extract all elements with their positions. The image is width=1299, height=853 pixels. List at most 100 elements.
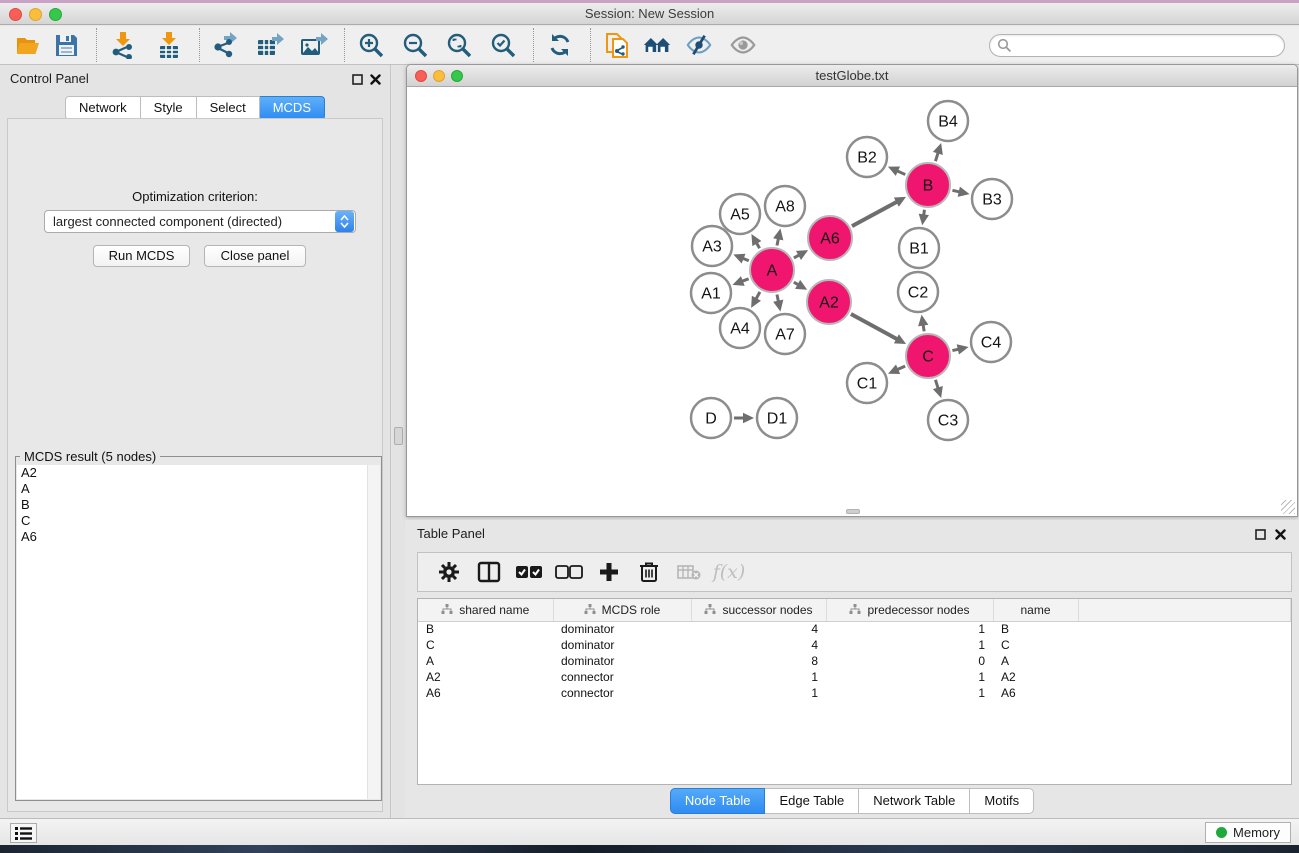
table-row[interactable]: A6connector11A6	[418, 685, 1291, 701]
criterion-dropdown[interactable]: largest connected component (directed)	[44, 210, 356, 233]
result-list-item[interactable]: A2	[17, 465, 380, 481]
graph-node-A3[interactable]: A3	[692, 226, 732, 266]
import-network-icon[interactable]	[109, 31, 137, 59]
zoom-fit-icon[interactable]	[445, 31, 473, 59]
graph-node-A2[interactable]: A2	[807, 280, 851, 324]
export-table-icon[interactable]	[256, 31, 284, 59]
delete-columns-icon[interactable]	[634, 559, 664, 585]
zoom-selected-icon[interactable]	[489, 31, 517, 59]
graph-node-B4[interactable]: B4	[928, 101, 968, 141]
graph-node-A[interactable]: A	[750, 248, 794, 292]
table-row[interactable]: Cdominator41C	[418, 637, 1291, 653]
graph-edge-A-A8[interactable]	[773, 229, 783, 246]
graph-edge-C-C1[interactable]	[888, 364, 905, 374]
graph-edge-A6-B[interactable]	[852, 197, 906, 226]
tab-network[interactable]: Network	[65, 96, 141, 120]
tab-edge-table[interactable]: Edge Table	[765, 788, 859, 814]
float-table-panel-icon[interactable]	[1253, 527, 1267, 541]
refresh-icon[interactable]	[546, 31, 574, 59]
panel-splitter[interactable]	[392, 65, 406, 818]
show-columns-icon[interactable]	[474, 559, 504, 585]
export-network-icon[interactable]	[212, 31, 240, 59]
settings-gear-icon[interactable]	[434, 559, 464, 585]
memory-button[interactable]: Memory	[1205, 822, 1291, 843]
graph-node-A1[interactable]: A1	[691, 273, 731, 313]
close-panel-button[interactable]: Close panel	[204, 245, 306, 267]
task-history-button[interactable]	[10, 823, 37, 843]
graph-node-A6[interactable]: A6	[808, 216, 852, 260]
network-canvas[interactable]: B4B2BB3A5A8A6A3B1AC2A1A2A4A7C4CC1C3DD1	[408, 87, 1296, 507]
graph-node-C4[interactable]: C4	[971, 322, 1011, 362]
graph-edge-B-B3[interactable]	[952, 187, 969, 197]
zoom-in-icon[interactable]	[357, 31, 385, 59]
graph-node-C1[interactable]: C1	[847, 363, 887, 403]
graph-edge-B-B4[interactable]	[933, 143, 943, 161]
hide-panel-eye-slash-icon[interactable]	[685, 31, 713, 59]
duplicate-network-icon[interactable]	[603, 31, 631, 59]
graph-node-D1[interactable]: D1	[757, 398, 797, 438]
graph-node-C[interactable]: C	[906, 334, 950, 378]
search-input[interactable]	[989, 34, 1285, 57]
network-window-titlebar[interactable]: testGlobe.txt	[407, 65, 1297, 87]
zoom-out-icon[interactable]	[401, 31, 429, 59]
graph-edge-A-A1[interactable]	[733, 276, 749, 286]
tab-select[interactable]: Select	[197, 96, 260, 120]
graph-node-B3[interactable]: B3	[972, 179, 1012, 219]
result-list-item[interactable]: B	[17, 497, 380, 513]
network-hscrollbar[interactable]	[846, 509, 860, 514]
close-panel-icon[interactable]	[368, 72, 382, 86]
unselect-all-columns-icon[interactable]	[554, 559, 584, 585]
graph-edge-A-A2[interactable]	[794, 280, 807, 290]
graph-edge-A2-C[interactable]	[851, 314, 906, 344]
graph-edge-B-B1[interactable]	[919, 210, 929, 225]
graph-edge-A-A6[interactable]	[794, 250, 808, 260]
graph-edge-C-C2[interactable]	[918, 315, 928, 332]
select-all-columns-icon[interactable]	[514, 559, 544, 585]
graph-node-B1[interactable]: B1	[899, 228, 939, 268]
graph-node-C3[interactable]: C3	[928, 400, 968, 440]
tab-motifs[interactable]: Motifs	[970, 788, 1034, 814]
graph-node-A7[interactable]: A7	[765, 314, 805, 354]
graph-edge-C-C3[interactable]	[933, 380, 943, 398]
graph-node-B2[interactable]: B2	[847, 137, 887, 177]
export-image-icon[interactable]	[300, 31, 328, 59]
graph-node-A8[interactable]: A8	[765, 186, 805, 226]
function-builder-icon[interactable]: f(x)	[714, 559, 744, 585]
column-header-successor-nodes[interactable]: successor nodes	[691, 599, 826, 621]
result-scrollbar[interactable]	[367, 465, 380, 799]
import-table-icon[interactable]	[155, 31, 183, 59]
home-layout-icon[interactable]	[643, 31, 671, 59]
table-row[interactable]: Adominator80A	[418, 653, 1291, 669]
tab-network-table[interactable]: Network Table	[859, 788, 970, 814]
run-mcds-button[interactable]: Run MCDS	[93, 245, 190, 267]
column-header-predecessor-nodes[interactable]: predecessor nodes	[826, 599, 993, 621]
graph-edge-A-A4[interactable]	[751, 292, 761, 308]
graph-node-D[interactable]: D	[691, 398, 731, 438]
graph-node-C2[interactable]: C2	[898, 272, 938, 312]
save-session-icon[interactable]	[52, 31, 80, 59]
graph-edge-B-B2[interactable]	[888, 166, 905, 175]
float-panel-icon[interactable]	[350, 72, 364, 86]
column-header-MCDS-role[interactable]: MCDS role	[553, 599, 691, 621]
delete-table-icon[interactable]	[674, 559, 704, 585]
tab-node-table[interactable]: Node Table	[670, 788, 766, 814]
splitter-thumb[interactable]	[394, 427, 403, 445]
graph-node-B[interactable]: B	[906, 163, 950, 207]
window-resize-grip[interactable]	[1281, 500, 1295, 514]
open-file-icon[interactable]	[14, 31, 42, 59]
tab-style[interactable]: Style	[141, 96, 197, 120]
column-header-shared-name[interactable]: shared name	[418, 599, 553, 621]
graph-edge-C-C4[interactable]	[952, 344, 968, 354]
result-list-item[interactable]: C	[17, 513, 380, 529]
create-column-icon[interactable]	[594, 559, 624, 585]
graph-edge-D-D1[interactable]	[734, 413, 754, 423]
graph-edge-A-A7[interactable]	[773, 294, 783, 311]
table-row[interactable]: Bdominator41B	[418, 621, 1291, 637]
table-row[interactable]: A2connector11A2	[418, 669, 1291, 685]
show-panel-eye-icon[interactable]	[729, 31, 757, 59]
graph-node-A4[interactable]: A4	[720, 308, 760, 348]
close-table-panel-icon[interactable]	[1273, 527, 1287, 541]
graph-edge-A-A3[interactable]	[733, 254, 748, 264]
tab-mcds[interactable]: MCDS	[260, 96, 325, 120]
result-list-item[interactable]: A6	[17, 529, 380, 545]
